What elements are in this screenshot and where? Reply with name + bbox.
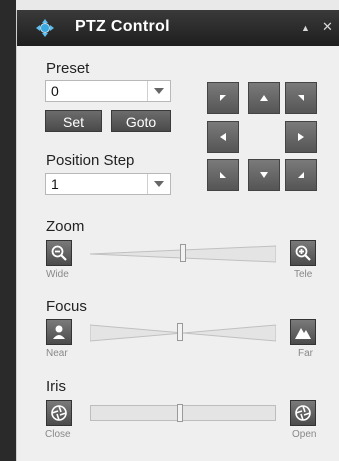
- arrow-down-left-icon: [220, 172, 226, 178]
- set-button[interactable]: Set: [45, 110, 102, 132]
- chevron-down-icon[interactable]: [147, 81, 170, 101]
- aperture-icon: [51, 405, 67, 421]
- tilt-down-button[interactable]: [248, 159, 280, 191]
- pan-left-button[interactable]: [207, 121, 239, 153]
- aperture-icon: [295, 405, 311, 421]
- arrow-right-icon: [298, 133, 304, 141]
- position-step-select[interactable]: 1: [45, 173, 171, 195]
- pan-up-left-button[interactable]: [207, 82, 239, 114]
- focus-slider-track[interactable]: [90, 323, 276, 343]
- iris-label: Iris: [46, 378, 66, 395]
- tilt-up-button[interactable]: [248, 82, 280, 114]
- arrow-down-icon: [260, 172, 268, 178]
- zoom-label: Zoom: [46, 218, 85, 235]
- far-label: Far: [298, 348, 313, 359]
- chevron-down-icon[interactable]: [147, 174, 170, 194]
- left-dark-bar: [0, 0, 16, 461]
- focus-slider-thumb[interactable]: [177, 323, 183, 341]
- zoom-wide-button[interactable]: [46, 240, 72, 266]
- ptz-camera-icon: [36, 19, 54, 37]
- iris-slider-thumb[interactable]: [177, 404, 183, 422]
- preset-select[interactable]: 0: [45, 80, 171, 102]
- pan-down-right-button[interactable]: [285, 159, 317, 191]
- close-label: Close: [45, 429, 71, 440]
- wide-label: Wide: [46, 269, 69, 280]
- arrow-down-right-icon: [298, 172, 304, 178]
- close-button[interactable]: ✕: [322, 19, 333, 35]
- near-label: Near: [46, 348, 68, 359]
- preset-label: Preset: [46, 60, 90, 77]
- focus-far-button[interactable]: [290, 319, 316, 345]
- arrow-up-left-icon: [220, 95, 226, 101]
- tele-label: Tele: [294, 269, 313, 280]
- arrow-up-icon: [260, 95, 268, 101]
- ptz-control-panel: PTZ Control ▲ ✕ Preset 0 Set Goto Positi…: [16, 10, 339, 461]
- window-title: PTZ Control: [75, 18, 170, 35]
- focus-near-button[interactable]: [46, 319, 72, 345]
- pan-up-right-button[interactable]: [285, 82, 317, 114]
- focus-label: Focus: [46, 298, 87, 315]
- open-label: Open: [292, 429, 317, 440]
- pan-right-button[interactable]: [285, 121, 317, 153]
- iris-open-button[interactable]: [290, 400, 316, 426]
- zoom-in-icon: [295, 245, 311, 261]
- zoom-slider-thumb[interactable]: [180, 244, 186, 262]
- mountain-icon: [295, 328, 311, 339]
- zoom-tele-button[interactable]: [290, 240, 316, 266]
- position-step-value: 1: [51, 176, 59, 192]
- person-icon: [53, 325, 65, 339]
- arrow-up-right-icon: [298, 95, 304, 101]
- title-bar: PTZ Control ▲ ✕: [17, 10, 339, 46]
- pan-down-left-button[interactable]: [207, 159, 239, 191]
- arrow-left-icon: [220, 133, 226, 141]
- zoom-out-icon: [51, 245, 67, 261]
- position-step-label: Position Step: [46, 152, 135, 169]
- iris-slider-track[interactable]: [90, 405, 276, 421]
- iris-close-button[interactable]: [46, 400, 72, 426]
- goto-button[interactable]: Goto: [111, 110, 171, 132]
- minimize-button[interactable]: ▲: [301, 23, 310, 33]
- preset-value: 0: [51, 83, 59, 99]
